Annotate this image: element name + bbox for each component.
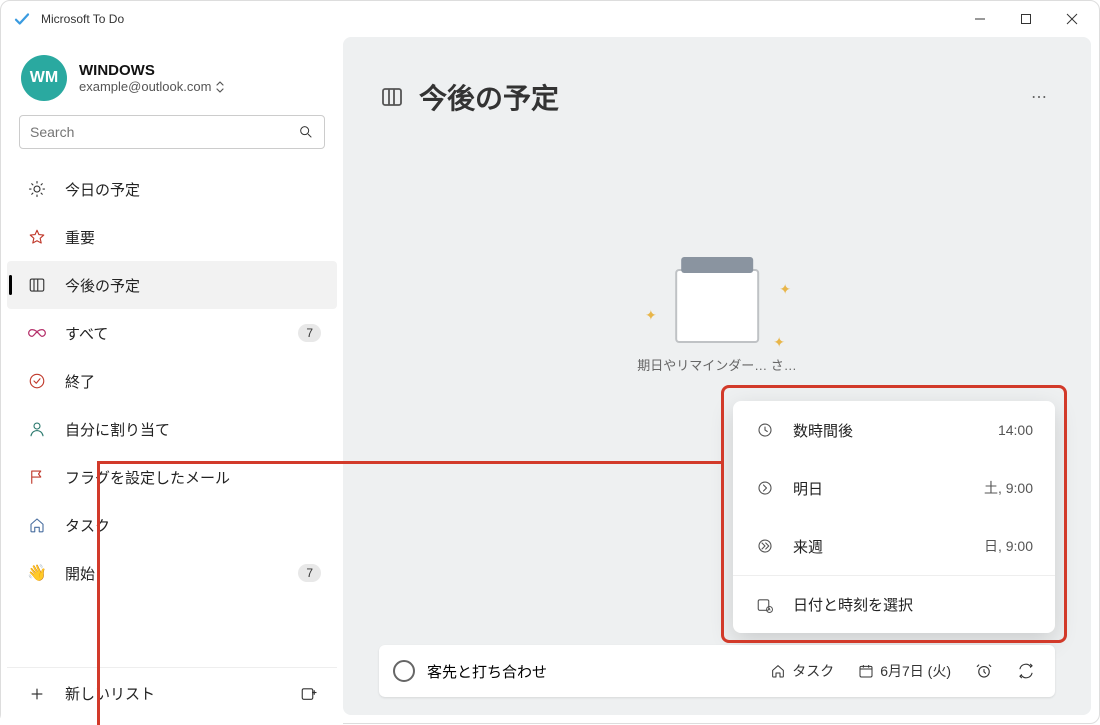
nav-label: 今後の予定	[65, 275, 321, 296]
empty-state: ✦✦✦ 期日やリマインダー… さ…	[637, 257, 797, 374]
reminder-option-next-week[interactable]: 来週 日, 9:00	[733, 517, 1055, 575]
reminder-time: 日, 9:00	[984, 536, 1033, 556]
account-switcher[interactable]: WM WINDOWS example@outlook.com	[7, 47, 337, 115]
search-icon	[298, 124, 314, 140]
task-list-chip[interactable]: タスク	[764, 657, 840, 685]
planned-icon	[27, 275, 47, 295]
more-button[interactable]: ⋯	[1023, 81, 1055, 113]
nav-label: 今日の予定	[65, 179, 321, 200]
app-icon	[13, 10, 31, 28]
nav-item-tasks[interactable]: タスク	[7, 501, 337, 549]
calendar-icon	[858, 663, 874, 679]
sun-icon	[27, 179, 47, 199]
add-task-input[interactable]	[427, 663, 752, 680]
add-task-bar[interactable]: タスク 6月7日 (火)	[379, 645, 1055, 697]
account-email: example@outlook.com	[79, 79, 225, 94]
nav-item-completed[interactable]: 終了	[7, 357, 337, 405]
home-icon	[770, 663, 786, 679]
nav-item-flagged[interactable]: フラグを設定したメール	[7, 453, 337, 501]
new-list-button[interactable]: 新しいリスト	[65, 683, 277, 704]
infinity-icon	[27, 323, 47, 343]
account-name: WINDOWS	[79, 62, 225, 79]
avatar: WM	[21, 55, 67, 101]
nav-label: 自分に割り当て	[65, 419, 321, 440]
nav-label: すべて	[65, 323, 280, 344]
nav-item-important[interactable]: 重要	[7, 213, 337, 261]
nav-item-assigned[interactable]: 自分に割り当て	[7, 405, 337, 453]
reminder-option-later-today[interactable]: 数時間後 14:00	[733, 401, 1055, 459]
reminder-popup: 数時間後 14:00 明日 土, 9:00 来週 日, 9:00 日付と時刻を選…	[733, 401, 1055, 633]
sidebar: WM WINDOWS example@outlook.com 今日の予定	[1, 37, 343, 725]
nav-label: 終了	[65, 371, 321, 392]
reminder-option-tomorrow[interactable]: 明日 土, 9:00	[733, 459, 1055, 517]
titlebar: Microsoft To Do	[1, 1, 1099, 37]
reminder-label: 数時間後	[793, 420, 980, 441]
add-group-button[interactable]	[295, 680, 323, 708]
minimize-button[interactable]	[957, 3, 1003, 35]
wave-emoji-icon: 👋	[27, 563, 47, 583]
nav-item-today[interactable]: 今日の予定	[7, 165, 337, 213]
planned-icon	[379, 84, 405, 110]
repeat-chip[interactable]	[1011, 658, 1041, 684]
chevron-updown-icon	[215, 81, 225, 93]
clock-later-icon	[755, 420, 775, 440]
nav-label: 開始	[65, 563, 280, 584]
reminder-chip[interactable]	[969, 658, 999, 684]
check-circle-icon	[27, 371, 47, 391]
sidebar-footer: 新しいリスト	[7, 667, 337, 719]
task-circle-icon	[393, 660, 415, 682]
alarm-icon	[975, 662, 993, 680]
empty-caption: 期日やリマインダー… さ…	[637, 355, 797, 374]
person-icon	[27, 419, 47, 439]
nav-item-all[interactable]: すべて 7	[7, 309, 337, 357]
reminder-time: 14:00	[998, 422, 1033, 438]
calendar-illustration: ✦✦✦	[667, 257, 767, 347]
nav-label: 重要	[65, 227, 321, 248]
reminder-label: 日付と時刻を選択	[793, 594, 1033, 615]
nav-item-getting-started[interactable]: 👋 開始 7	[7, 549, 337, 597]
nav-item-planned[interactable]: 今後の予定	[7, 261, 337, 309]
page-title: 今後の予定	[419, 77, 1009, 117]
search-box[interactable]	[19, 115, 325, 149]
repeat-icon	[1017, 662, 1035, 680]
nav-label: フラグを設定したメール	[65, 467, 321, 488]
reminder-label: 明日	[793, 478, 966, 499]
close-button[interactable]	[1049, 3, 1095, 35]
due-date-chip[interactable]: 6月7日 (火)	[852, 657, 957, 685]
arrow-circle-icon	[755, 478, 775, 498]
count-badge: 7	[298, 564, 321, 582]
home-icon	[27, 515, 47, 535]
reminder-time: 土, 9:00	[984, 478, 1033, 498]
reminder-option-pick-datetime[interactable]: 日付と時刻を選択	[733, 575, 1055, 633]
double-arrow-circle-icon	[755, 536, 775, 556]
nav-list: 今日の予定 重要 今後の予定 すべて 7 終了 自分に割り当て	[7, 157, 337, 667]
nav-label: タスク	[65, 515, 321, 536]
calendar-clock-icon	[755, 595, 775, 615]
search-input[interactable]	[30, 124, 298, 140]
flag-icon	[27, 467, 47, 487]
window-title: Microsoft To Do	[41, 12, 124, 26]
reminder-label: 来週	[793, 536, 966, 557]
maximize-button[interactable]	[1003, 3, 1049, 35]
count-badge: 7	[298, 324, 321, 342]
star-icon	[27, 227, 47, 247]
main-panel: 今後の予定 ⋯ ✦✦✦ 期日やリマインダー… さ… 数時間後 14:00	[343, 37, 1091, 715]
plus-icon	[27, 684, 47, 704]
